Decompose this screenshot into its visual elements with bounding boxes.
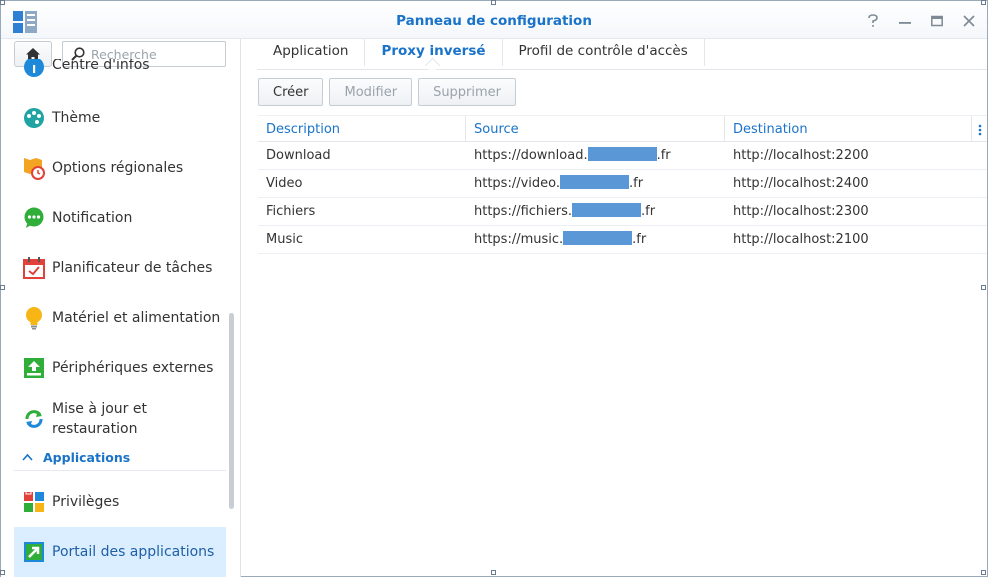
sidebar-item-label: Portail des applications [52, 544, 215, 560]
sidebar-item-label: Options régionales [52, 160, 184, 176]
table-header: Description Source Destination [258, 115, 987, 142]
cell-source: https://video. .fr [466, 170, 725, 197]
source-suffix: .fr [656, 148, 671, 163]
cell-source: https://fichiers. .fr [466, 198, 725, 225]
sidebar-item-label: Planificateur de tâches [52, 260, 213, 276]
cell-description: Video [266, 176, 303, 191]
cell-destination: http://localhost:2100 [733, 232, 869, 247]
reverse-proxy-table: Description Source Destination Download … [258, 115, 987, 254]
lightbulb-icon [22, 306, 46, 330]
source-suffix: .fr [632, 232, 647, 247]
delete-button[interactable]: Supprimer [418, 78, 517, 106]
sidebar-item-info-center[interactable]: Centre d'infos [14, 59, 226, 85]
main-panel: Application Proxy inversé Profil de cont… [242, 39, 987, 577]
privileges-icon [22, 490, 46, 514]
resize-handle[interactable] [0, 570, 5, 575]
resize-handle[interactable] [981, 0, 986, 5]
help-icon[interactable] [863, 11, 883, 31]
upload-device-icon [22, 356, 46, 380]
resize-handle[interactable] [0, 285, 5, 290]
refresh-icon [22, 407, 46, 431]
cell-source: https://download. .fr [466, 142, 725, 169]
table-row[interactable]: Download https://download. .fr http://loc… [258, 142, 987, 170]
cell-destination: http://localhost:2200 [733, 148, 869, 163]
sidebar: Centre d'infos Thème Options régionales … [1, 39, 241, 577]
resize-handle[interactable] [981, 570, 986, 575]
edit-button[interactable]: Modifier [329, 78, 413, 106]
table-row[interactable]: Video https://video. .fr http://localhost… [258, 170, 987, 198]
source-prefix: https://music. [474, 232, 564, 247]
table-row[interactable]: Music https://music. .fr http://localhost… [258, 226, 987, 254]
cell-destination: http://localhost:2400 [733, 176, 869, 191]
redaction-box [563, 231, 633, 245]
toolbar: Créer Modifier Supprimer [258, 78, 517, 106]
sidebar-item-hardware-power[interactable]: Matériel et alimentation [14, 305, 226, 331]
cell-description: Music [266, 232, 303, 247]
close-icon[interactable] [959, 11, 979, 31]
sidebar-item-label: Matériel et alimentation [52, 310, 221, 326]
redaction-box [572, 203, 642, 217]
cell-description: Fichiers [266, 204, 316, 219]
table-row[interactable]: Fichiers https://fichiers. .fr http://loc… [258, 198, 987, 226]
chat-bubble-icon [22, 206, 46, 230]
resize-handle[interactable] [0, 0, 5, 5]
create-button[interactable]: Créer [258, 78, 324, 106]
column-menu-icon[interactable] [972, 116, 987, 141]
sidebar-item-theme[interactable]: Thème [14, 105, 226, 131]
regional-clock-icon [22, 156, 46, 180]
column-header-destination[interactable]: Destination [725, 116, 972, 141]
sidebar-item-label: Thème [52, 110, 101, 126]
tab-reverse-proxy[interactable]: Proxy inversé [365, 39, 503, 66]
sidebar-scrollbar[interactable] [229, 313, 234, 509]
sidebar-item-privileges[interactable]: Privilèges [14, 489, 226, 515]
column-header-source[interactable]: Source [466, 116, 725, 141]
sidebar-item-task-scheduler[interactable]: Planificateur de tâches [14, 255, 226, 281]
source-suffix: .fr [629, 176, 644, 191]
cell-destination: http://localhost:2300 [733, 204, 869, 219]
info-icon [22, 59, 46, 79]
resize-handle[interactable] [491, 0, 496, 5]
sidebar-item-label: Mise à jour et restauration [52, 401, 147, 437]
chevron-up-icon [22, 451, 33, 464]
sidebar-item-label: Centre d'infos [52, 59, 150, 73]
tab-application[interactable]: Application [257, 39, 366, 66]
maximize-icon[interactable] [927, 11, 947, 31]
source-prefix: https://fichiers. [474, 204, 573, 219]
title-bar[interactable]: Panneau de configuration [1, 1, 987, 39]
redaction-box [560, 175, 630, 189]
sidebar-item-label: Notification [52, 210, 133, 226]
sidebar-item-label: Périphériques externes [52, 360, 214, 376]
calendar-check-icon [22, 256, 46, 280]
sidebar-item-application-portal[interactable]: Portail des applications [14, 527, 226, 577]
source-prefix: https://download. [474, 148, 588, 163]
column-header-description[interactable]: Description [258, 116, 466, 141]
cell-source: https://music. .fr [466, 226, 725, 253]
resize-handle[interactable] [981, 285, 986, 290]
window-title: Panneau de configuration [396, 13, 592, 29]
redaction-box [587, 147, 657, 161]
source-suffix: .fr [641, 204, 656, 219]
control-panel-window: Panneau de configuration Recherche Centr… [0, 0, 988, 577]
sidebar-item-external-devices[interactable]: Périphériques externes [14, 355, 226, 381]
palette-icon [22, 106, 46, 130]
minimize-icon[interactable] [895, 11, 915, 31]
section-header-applications[interactable]: Applications [14, 445, 226, 471]
cell-description: Download [266, 148, 331, 163]
resize-handle[interactable] [491, 570, 496, 575]
source-prefix: https://video. [474, 176, 561, 191]
section-title: Applications [43, 450, 131, 465]
sidebar-item-notification[interactable]: Notification [14, 205, 226, 231]
tab-access-control-profile[interactable]: Profil de contrôle d'accès [503, 39, 705, 66]
sidebar-item-label: Privilèges [52, 494, 120, 510]
sidebar-item-update-restore[interactable]: Mise à jour et restauration [14, 397, 226, 441]
tab-bar: Application Proxy inversé Profil de cont… [257, 39, 987, 70]
sidebar-item-regional-options[interactable]: Options régionales [14, 155, 226, 181]
portal-arrow-icon [22, 540, 46, 564]
